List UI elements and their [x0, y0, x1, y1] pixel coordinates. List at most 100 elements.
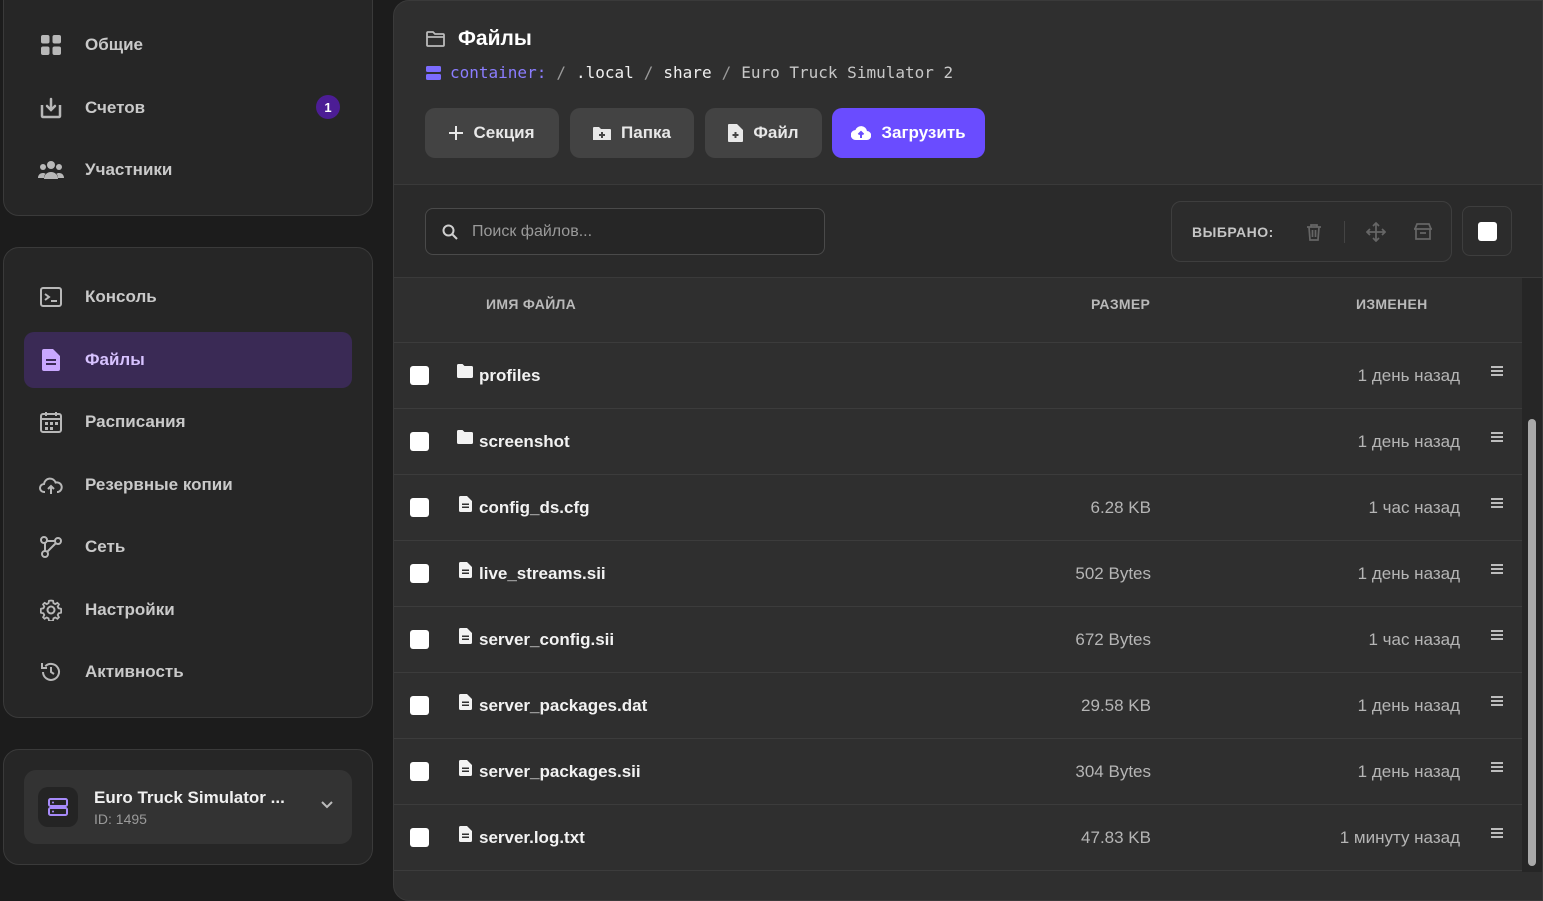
file-name[interactable]: server_packages.dat: [479, 696, 647, 716]
row-menu-icon[interactable]: [1490, 695, 1504, 707]
row-menu-icon[interactable]: [1490, 761, 1504, 773]
file-icon: [459, 628, 472, 644]
sidebar-item-general[interactable]: Общие: [24, 17, 352, 73]
row-checkbox[interactable]: [410, 762, 429, 781]
folder-plus-icon: [593, 126, 612, 141]
server-id: ID: 1495: [94, 810, 147, 827]
breadcrumb: container: / .local / share / Euro Truck…: [426, 63, 953, 82]
column-header-modified[interactable]: ИЗМЕНЕН: [1356, 296, 1428, 312]
table-row[interactable]: screenshot 1 день назад: [394, 409, 1522, 475]
new-file-button[interactable]: Файл: [705, 108, 822, 158]
file-modified: 1 день назад: [1357, 564, 1460, 583]
calendar-icon: [38, 409, 64, 435]
sidebar-item-console[interactable]: Консоль: [24, 269, 352, 325]
file-icon: [459, 562, 472, 578]
file-icon: [459, 694, 472, 710]
move-icon[interactable]: [1365, 221, 1386, 242]
file-name[interactable]: config_ds.cfg: [479, 498, 590, 518]
file-name[interactable]: server_packages.sii: [479, 762, 641, 782]
row-checkbox[interactable]: [410, 432, 429, 451]
sidebar-item-files[interactable]: Файлы: [24, 332, 352, 388]
file-name[interactable]: screenshot: [479, 432, 570, 452]
button-label: Загрузить: [881, 123, 966, 142]
file-name[interactable]: live_streams.sii: [479, 564, 606, 584]
archive-icon[interactable]: [1413, 222, 1433, 241]
file-size: 304 Bytes: [1075, 762, 1151, 781]
row-menu-icon[interactable]: [1490, 629, 1504, 641]
file-name[interactable]: server_config.sii: [479, 630, 614, 650]
table-row[interactable]: server_packages.dat 29.58 KB 1 день назад: [394, 673, 1522, 739]
table-row[interactable]: config_ds.cfg 6.28 KB 1 час назад: [394, 475, 1522, 541]
sidebar-item-label: Настройки: [85, 600, 175, 619]
new-section-button[interactable]: Секция: [425, 108, 559, 158]
scrollbar[interactable]: [1522, 278, 1542, 872]
file-modified: 1 минуту назад: [1339, 828, 1460, 847]
button-label: Файл: [753, 123, 799, 142]
row-checkbox[interactable]: [410, 498, 429, 517]
file-modified: 1 час назад: [1368, 498, 1460, 517]
file-name[interactable]: profiles: [479, 366, 540, 386]
search-icon: [442, 224, 458, 240]
sidebar-item-network[interactable]: Сеть: [24, 519, 352, 575]
breadcrumb-item[interactable]: share: [663, 63, 711, 82]
file-size: 672 Bytes: [1075, 630, 1151, 649]
table-row[interactable]: server_config.sii 672 Bytes 1 час назад: [394, 607, 1522, 673]
table-row[interactable]: profiles 1 день назад: [394, 343, 1522, 409]
users-icon: [38, 157, 64, 183]
cloud-backup-icon: [38, 472, 64, 498]
sidebar-item-settings[interactable]: Настройки: [24, 582, 352, 638]
row-menu-icon[interactable]: [1490, 365, 1504, 377]
cloud-upload-icon: [851, 125, 872, 141]
file-size: 47.83 KB: [1081, 828, 1151, 847]
search-input[interactable]: [472, 222, 792, 241]
table-row[interactable]: server_packages.sii 304 Bytes 1 день назад: [394, 739, 1522, 805]
trash-icon[interactable]: [1306, 223, 1322, 241]
row-checkbox[interactable]: [410, 630, 429, 649]
file-name[interactable]: server.log.txt: [479, 828, 585, 848]
search-box[interactable]: [425, 208, 825, 255]
sidebar-item-schedules[interactable]: Расписания: [24, 394, 352, 450]
table-row[interactable]: live_streams.sii 502 Bytes 1 день назад: [394, 541, 1522, 607]
breadcrumb-separator: /: [556, 63, 566, 82]
folder-open-icon: [426, 31, 446, 47]
breadcrumb-current: Euro Truck Simulator 2: [741, 63, 954, 82]
sidebar-top-panel: Общие Счетов 1 Участники: [3, 0, 373, 216]
sidebar-item-members[interactable]: Участники: [24, 142, 352, 198]
table-row[interactable]: server.log.txt 47.83 KB 1 минуту назад: [394, 805, 1522, 871]
row-menu-icon[interactable]: [1490, 827, 1504, 839]
row-menu-icon[interactable]: [1490, 563, 1504, 575]
breadcrumb-item[interactable]: .local: [576, 63, 634, 82]
row-menu-icon[interactable]: [1490, 497, 1504, 509]
scrollbar-thumb[interactable]: [1528, 419, 1536, 866]
sidebar-item-label: Консоль: [85, 287, 157, 306]
row-checkbox[interactable]: [410, 828, 429, 847]
button-label: Секция: [473, 123, 535, 142]
sidebar-item-activity[interactable]: Активность: [24, 644, 352, 700]
column-header-name[interactable]: ИМЯ ФАЙЛА: [486, 296, 576, 312]
file-icon: [459, 826, 472, 842]
select-all-checkbox[interactable]: [1477, 221, 1497, 241]
breadcrumb-root[interactable]: container:: [450, 63, 546, 82]
file-plus-icon: [728, 124, 744, 142]
page-title: Файлы: [458, 27, 532, 50]
file-icon: [459, 760, 472, 776]
grid-icon: [38, 32, 64, 58]
chevron-down-icon: [320, 797, 334, 815]
server-selector[interactable]: Euro Truck Simulator ... ID: 1495: [24, 770, 352, 844]
row-checkbox[interactable]: [410, 564, 429, 583]
file-modified: 1 день назад: [1357, 432, 1460, 451]
file-toolbar: ВЫБРАНО:: [394, 184, 1542, 278]
file-modified: 1 час назад: [1368, 630, 1460, 649]
row-checkbox[interactable]: [410, 366, 429, 385]
row-checkbox[interactable]: [410, 696, 429, 715]
sidebar-item-label: Резервные копии: [85, 475, 233, 494]
breadcrumb-separator: /: [643, 63, 654, 82]
new-folder-button[interactable]: Папка: [570, 108, 694, 158]
upload-button[interactable]: Загрузить: [832, 108, 985, 158]
file-modified: 1 день назад: [1357, 762, 1460, 781]
sidebar-item-accounts[interactable]: Счетов 1: [24, 80, 352, 136]
row-menu-icon[interactable]: [1490, 431, 1504, 443]
sidebar-item-backups[interactable]: Резервные копии: [24, 457, 352, 513]
container-icon: [426, 65, 441, 80]
column-header-size[interactable]: РАЗМЕР: [1091, 296, 1150, 312]
